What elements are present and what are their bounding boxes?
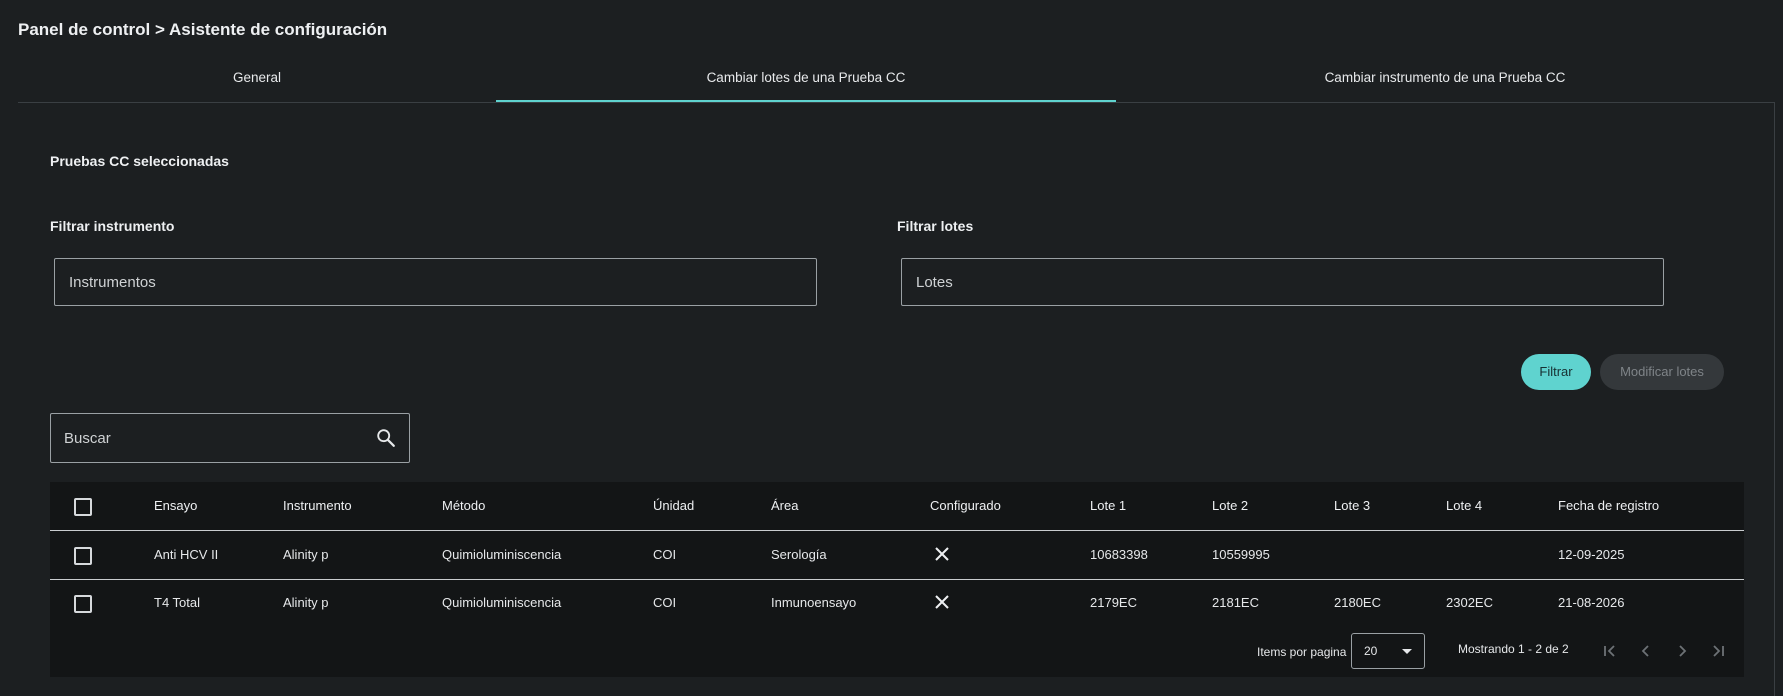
section-title: Pruebas CC seleccionadas [50,153,229,169]
next-page-icon[interactable] [1673,642,1691,660]
cell-instrumento: Alinity p [283,547,329,562]
cell-metodo: Quimioluminiscencia [442,595,562,610]
items-per-page-label: Items por pagina [1257,645,1347,659]
page-range-label: Mostrando 1 - 2 de 2 [1458,642,1569,656]
cell-lote4: 2302EC [1446,595,1493,610]
column-header[interactable]: Únidad [653,482,694,530]
cell-instrumento: Alinity p [283,595,329,610]
table-row[interactable]: T4 Total Alinity p Quimioluminiscencia C… [50,579,1744,627]
cell-ensayo: T4 Total [154,595,201,610]
cell-area: Serología [771,547,827,562]
first-page-icon[interactable] [1601,642,1619,660]
breadcrumb: Panel de control > Asistente de configur… [18,20,388,39]
cell-fecha: 12-09-2025 [1558,547,1625,562]
row-checkbox[interactable] [74,595,92,613]
chevron-down-icon [1402,649,1412,654]
select-all-checkbox[interactable] [74,498,92,516]
table-row[interactable]: Anti HCV II Alinity p Quimioluminiscenci… [50,531,1744,580]
row-checkbox[interactable] [74,547,92,565]
cell-lote2: 2181EC [1212,595,1259,610]
cell-lote1: 2179EC [1090,595,1137,610]
cell-metodo: Quimioluminiscencia [442,547,562,562]
table-header-row: Ensayo Instrumento Método Únidad Área Co… [50,482,1744,531]
lots-filter-label: Filtrar lotes [897,218,974,234]
previous-page-icon[interactable] [1637,642,1655,660]
close-icon [935,595,949,609]
page-size-value: 20 [1364,644,1378,658]
tab-change-instrument[interactable]: Cambiar instrumento de una Prueba CC [1116,60,1774,102]
cell-unidad: COI [653,595,677,610]
column-header[interactable]: Área [771,482,798,530]
last-page-icon[interactable] [1709,642,1727,660]
cell-ensayo: Anti HCV II [154,547,219,562]
column-header[interactable]: Ensayo [154,482,197,530]
column-header[interactable]: Instrumento [283,482,352,530]
instrument-filter-label: Filtrar instrumento [50,218,175,234]
close-icon [935,547,949,561]
cell-fecha: 21-08-2026 [1558,595,1625,610]
page-size-select[interactable]: 20 [1351,633,1425,669]
tab-bar: General Cambiar lotes de una Prueba CC C… [18,60,1774,103]
column-header[interactable]: Lote 2 [1212,482,1248,530]
cell-lote2: 10559995 [1212,547,1270,562]
cell-area: Inmunoensayo [771,595,857,610]
data-table: Ensayo Instrumento Método Únidad Área Co… [50,482,1744,677]
cell-lote1: 10683398 [1090,547,1148,562]
column-header[interactable]: Método [442,482,485,530]
paginator: Items por pagina 20 Mostrando 1 - 2 de 2 [50,632,1744,672]
search-icon[interactable] [375,427,397,449]
tab-general[interactable]: General [18,60,496,102]
lots-filter-input[interactable] [901,258,1664,306]
search-box [50,413,410,463]
cell-lote3: 2180EC [1334,595,1381,610]
column-header[interactable]: Lote 4 [1446,482,1482,530]
cell-unidad: COI [653,547,677,562]
column-header[interactable]: Lote 3 [1334,482,1370,530]
column-header[interactable]: Configurado [930,482,1001,530]
tab-change-lots[interactable]: Cambiar lotes de una Prueba CC [496,60,1116,102]
filter-button[interactable]: Filtrar [1521,354,1591,390]
modify-lots-button[interactable]: Modificar lotes [1600,354,1724,390]
column-header[interactable]: Fecha de registro [1558,482,1659,530]
instrument-filter-input[interactable] [54,258,817,306]
column-header[interactable]: Lote 1 [1090,482,1126,530]
search-input[interactable] [51,414,377,462]
